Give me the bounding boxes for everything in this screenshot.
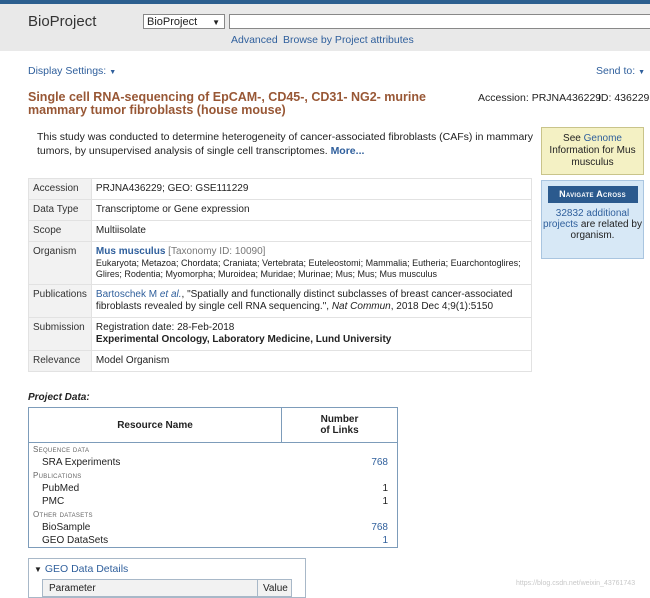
column-divider [257, 580, 258, 597]
project-info-table: Accession PRJNA436229; GEO: GSE111229 Da… [28, 178, 533, 372]
info-row-scope: Scope Multiisolate [28, 220, 533, 242]
publication-etal: et al. [159, 289, 182, 300]
accession-label: Accession: PRJNA436229 [478, 92, 602, 104]
info-label: Organism [28, 241, 92, 285]
info-row-data-type: Data Type Transcriptome or Gene expressi… [28, 199, 533, 221]
info-label: Accession [28, 178, 92, 200]
project-description: This study was conducted to determine he… [37, 130, 537, 158]
category-label: Sequence data [33, 445, 90, 454]
genome-see-text: See [563, 133, 581, 144]
description-text: This study was conducted to determine he… [37, 131, 534, 157]
info-row-accession: Accession PRJNA436229; GEO: GSE111229 [28, 178, 533, 200]
resource-name-header: Resource Name [28, 407, 282, 443]
project-data-heading: Project Data: [28, 392, 90, 403]
category-row: Other datasets [29, 508, 398, 521]
resource-name: SRA Experiments [42, 457, 121, 468]
database-select[interactable]: BioProject ▼ [143, 14, 225, 29]
number-of-links-header: Number of Links [281, 407, 398, 443]
organism-lineage: Eukaryota; Metazoa; Chordata; Craniata; … [95, 258, 521, 279]
db-title: BioProject [28, 13, 97, 30]
info-label: Scope [28, 220, 92, 242]
resource-count[interactable]: 768 [282, 521, 398, 534]
publication-citation: , 2018 Dec 4;9(1):5150 [390, 301, 494, 312]
geo-data-details-toggle[interactable]: ▼ GEO Data Details [34, 563, 128, 575]
geo-data-details-title: GEO Data Details [44, 563, 129, 575]
display-settings-menu[interactable]: Display Settings: ▼ [28, 65, 116, 77]
project-id-label: ID: 436229 [598, 92, 650, 104]
parameter-header: Parameter [49, 583, 96, 594]
info-label: Relevance [28, 350, 92, 372]
category-label: Other datasets [33, 510, 93, 519]
chevron-down-icon: ▼ [212, 18, 220, 27]
project-data-body: Sequence data SRA Experiments 768 Publicati… [29, 443, 398, 548]
number-of-links-header-line1: Number [320, 414, 359, 425]
resource-row: SRA Experiments 768 [29, 456, 398, 469]
caret-down-icon: ▼ [34, 565, 42, 574]
info-row-relevance: Relevance Model Organism [28, 350, 533, 372]
geo-data-details-panel: ▼ GEO Data Details Parameter Value [28, 558, 306, 598]
category-label: Publications [33, 471, 82, 480]
send-to-label: Send to: [596, 65, 636, 77]
info-value: Transcriptome or Gene expression [90, 199, 533, 221]
publication-journal: Nat Commun [331, 301, 391, 312]
navigate-across-button[interactable]: Navigate Across [547, 186, 638, 203]
info-row-organism: Organism Mus musculus [Taxonomy ID: 1009… [28, 241, 533, 285]
category-row: Sequence data [29, 443, 398, 457]
resource-row: GEO DataSets 1 [29, 534, 398, 548]
info-value: Bartoschek M et al., "Spatially and func… [90, 284, 533, 318]
database-select-value: BioProject [147, 16, 198, 28]
resource-count[interactable]: 1 [282, 534, 398, 548]
info-label: Submission [28, 317, 92, 351]
more-link[interactable]: More... [331, 145, 365, 157]
resource-count: 1 [382, 496, 388, 507]
watermark: https://blog.csdn.net/weixin_43761743 [516, 580, 636, 587]
info-label: Publications [28, 284, 92, 318]
related-projects-text: are related by organism. [570, 219, 642, 241]
display-settings-label: Display Settings: [28, 65, 107, 77]
submitter-organization: Experimental Oncology, Laboratory Medici… [95, 334, 392, 345]
publication-authors: Bartoschek M [95, 289, 158, 300]
genome-rest-text: Information for Mus musculus [549, 145, 636, 168]
resource-name: GEO DataSets [42, 535, 109, 546]
info-value: Mus musculus [Taxonomy ID: 10090] Eukary… [90, 241, 533, 285]
info-value: Model Organism [90, 350, 533, 372]
info-value: Multiisolate [90, 220, 533, 242]
info-label: Data Type [28, 199, 92, 221]
page-title: Single cell RNA-sequencing of EpCAM-, CD… [28, 90, 426, 117]
info-value: Registration date: 28-Feb-2018 Experimen… [90, 317, 533, 351]
resource-count[interactable]: 768 [282, 456, 398, 469]
resource-name: BioSample [42, 522, 91, 533]
number-of-links-header-line2: of Links [320, 425, 359, 436]
taxonomy-id: [Taxonomy ID: 10090] [168, 246, 266, 257]
info-value: PRJNA436229; GEO: GSE111229 [90, 178, 533, 200]
resource-row: PMC 1 [29, 495, 398, 508]
caret-down-icon: ▼ [109, 69, 117, 76]
publication-authors-link[interactable]: Bartoschek M et al. [96, 289, 182, 300]
registration-date: Registration date: 28-Feb-2018 [95, 322, 235, 333]
resource-count: 1 [382, 483, 388, 494]
resource-row: BioSample 768 [29, 521, 398, 534]
organism-link[interactable]: Mus musculus [96, 246, 165, 257]
genome-info-box: See Genome Information for Mus musculus [541, 127, 644, 175]
geo-details-table-header: Parameter Value [42, 579, 292, 597]
category-row: Publications [29, 469, 398, 482]
navigate-across-box: Navigate Across 32832 additional project… [541, 180, 644, 259]
info-row-publications: Publications Bartoschek M et al., "Spati… [28, 284, 533, 318]
project-data-table: Resource Name Number of Links Sequence d… [28, 407, 398, 548]
resource-row: PubMed 1 [29, 482, 398, 495]
advanced-search-link[interactable]: Advanced [231, 34, 278, 46]
value-header: Value [263, 583, 288, 594]
browse-attributes-link[interactable]: Browse by Project attributes [283, 34, 414, 46]
info-row-submission: Submission Registration date: 28-Feb-201… [28, 317, 533, 351]
search-input[interactable] [229, 14, 650, 29]
caret-down-icon: ▼ [638, 69, 646, 76]
genome-link[interactable]: Genome [584, 133, 622, 144]
resource-name: PubMed [42, 483, 80, 494]
send-to-menu[interactable]: Send to: ▼ [596, 65, 645, 77]
resource-name: PMC [42, 496, 65, 507]
search-bar: BioProject BioProject ▼ Advanced Browse … [0, 4, 650, 51]
